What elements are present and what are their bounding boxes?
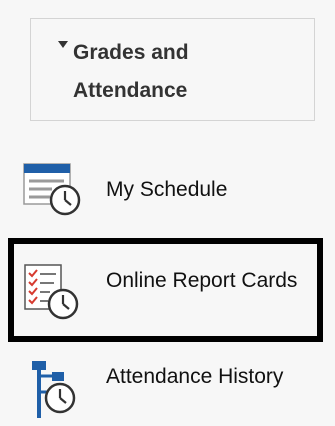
menu-item-label: Attendance History [106,365,284,388]
section-title: Grades and Attendance [73,41,189,102]
schedule-clock-icon [22,161,82,224]
menu-item-attendance-history[interactable]: Attendance History [8,350,323,426]
report-card-clock-icon [22,262,82,327]
menu-item-online-report-cards[interactable]: Online Report Cards [8,238,323,342]
menu-item-label: Online Report Cards [106,269,298,292]
menu-item-my-schedule[interactable]: My Schedule [8,152,323,224]
attendance-history-clock-icon [22,358,82,423]
caret-down-icon [58,41,68,48]
menu-item-label: My Schedule [106,178,228,201]
grades-attendance-section-header[interactable]: Grades and Attendance [30,18,315,121]
